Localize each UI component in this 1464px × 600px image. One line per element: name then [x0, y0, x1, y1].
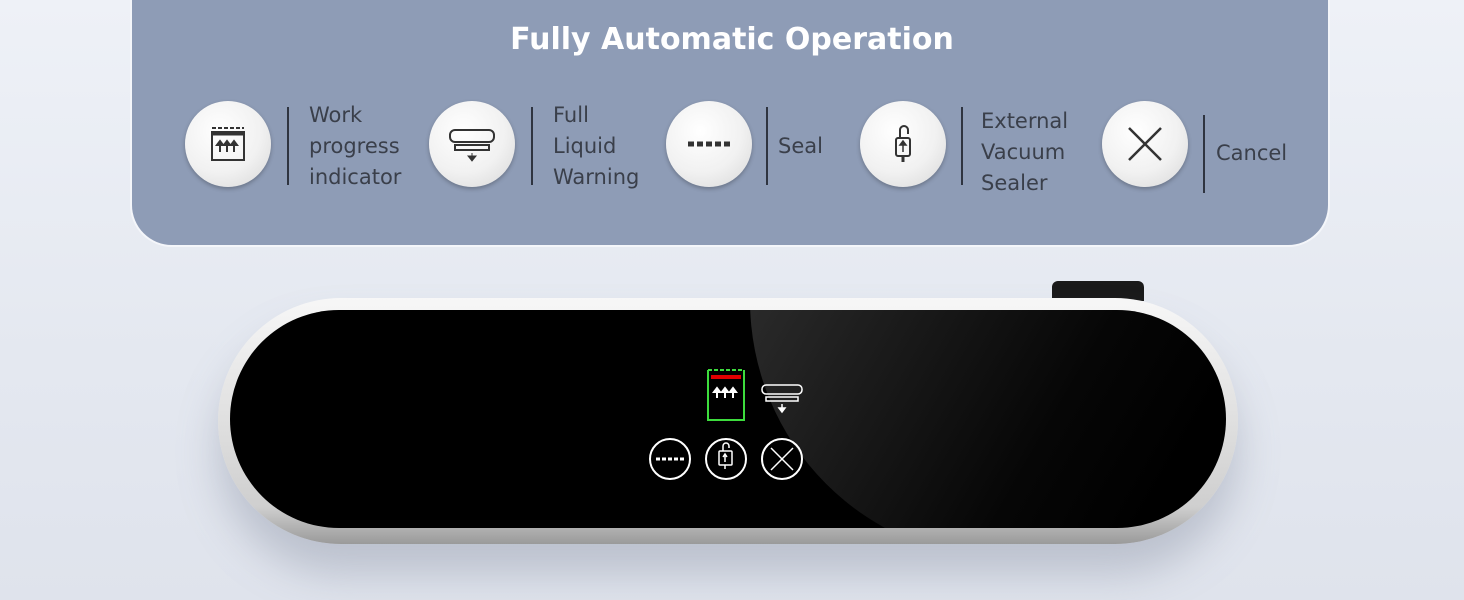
external-vacuum-icon: [895, 125, 911, 162]
panel-title: Fully Automatic Operation: [510, 22, 954, 57]
liquid-warning-button: [429, 101, 515, 187]
label-liquid-warning: Full Liquid Warning: [553, 103, 640, 189]
external-vacuum-button: [860, 101, 946, 187]
screen-liquid-warning-icon: [761, 384, 803, 414]
divider: [1203, 115, 1205, 193]
screen-seal-icon[interactable]: [649, 438, 691, 480]
seal-icon: [688, 141, 730, 147]
divider: [287, 107, 289, 185]
divider: [961, 107, 963, 185]
screen-external-vacuum-icon[interactable]: [705, 438, 747, 480]
device-control-screen: [230, 310, 1226, 528]
work-progress-button: [185, 101, 271, 187]
seal-button: [666, 101, 752, 187]
work-progress-icon: [211, 127, 245, 161]
divider: [531, 107, 533, 185]
label-seal: Seal: [778, 134, 823, 158]
divider: [766, 107, 768, 185]
screen-work-progress-icon: [707, 369, 745, 421]
label-work-progress: Work progress indicator: [309, 103, 402, 189]
screen-icons: [649, 369, 803, 480]
screen-cancel-icon[interactable]: [761, 438, 803, 480]
liquid-warning-icon: [449, 129, 495, 162]
vacuum-sealer-device: [218, 298, 1238, 544]
label-cancel: Cancel: [1216, 141, 1288, 165]
cancel-icon: [1128, 127, 1162, 161]
cancel-button: [1102, 101, 1188, 187]
label-external-vacuum: External Vacuum Sealer: [981, 109, 1069, 195]
